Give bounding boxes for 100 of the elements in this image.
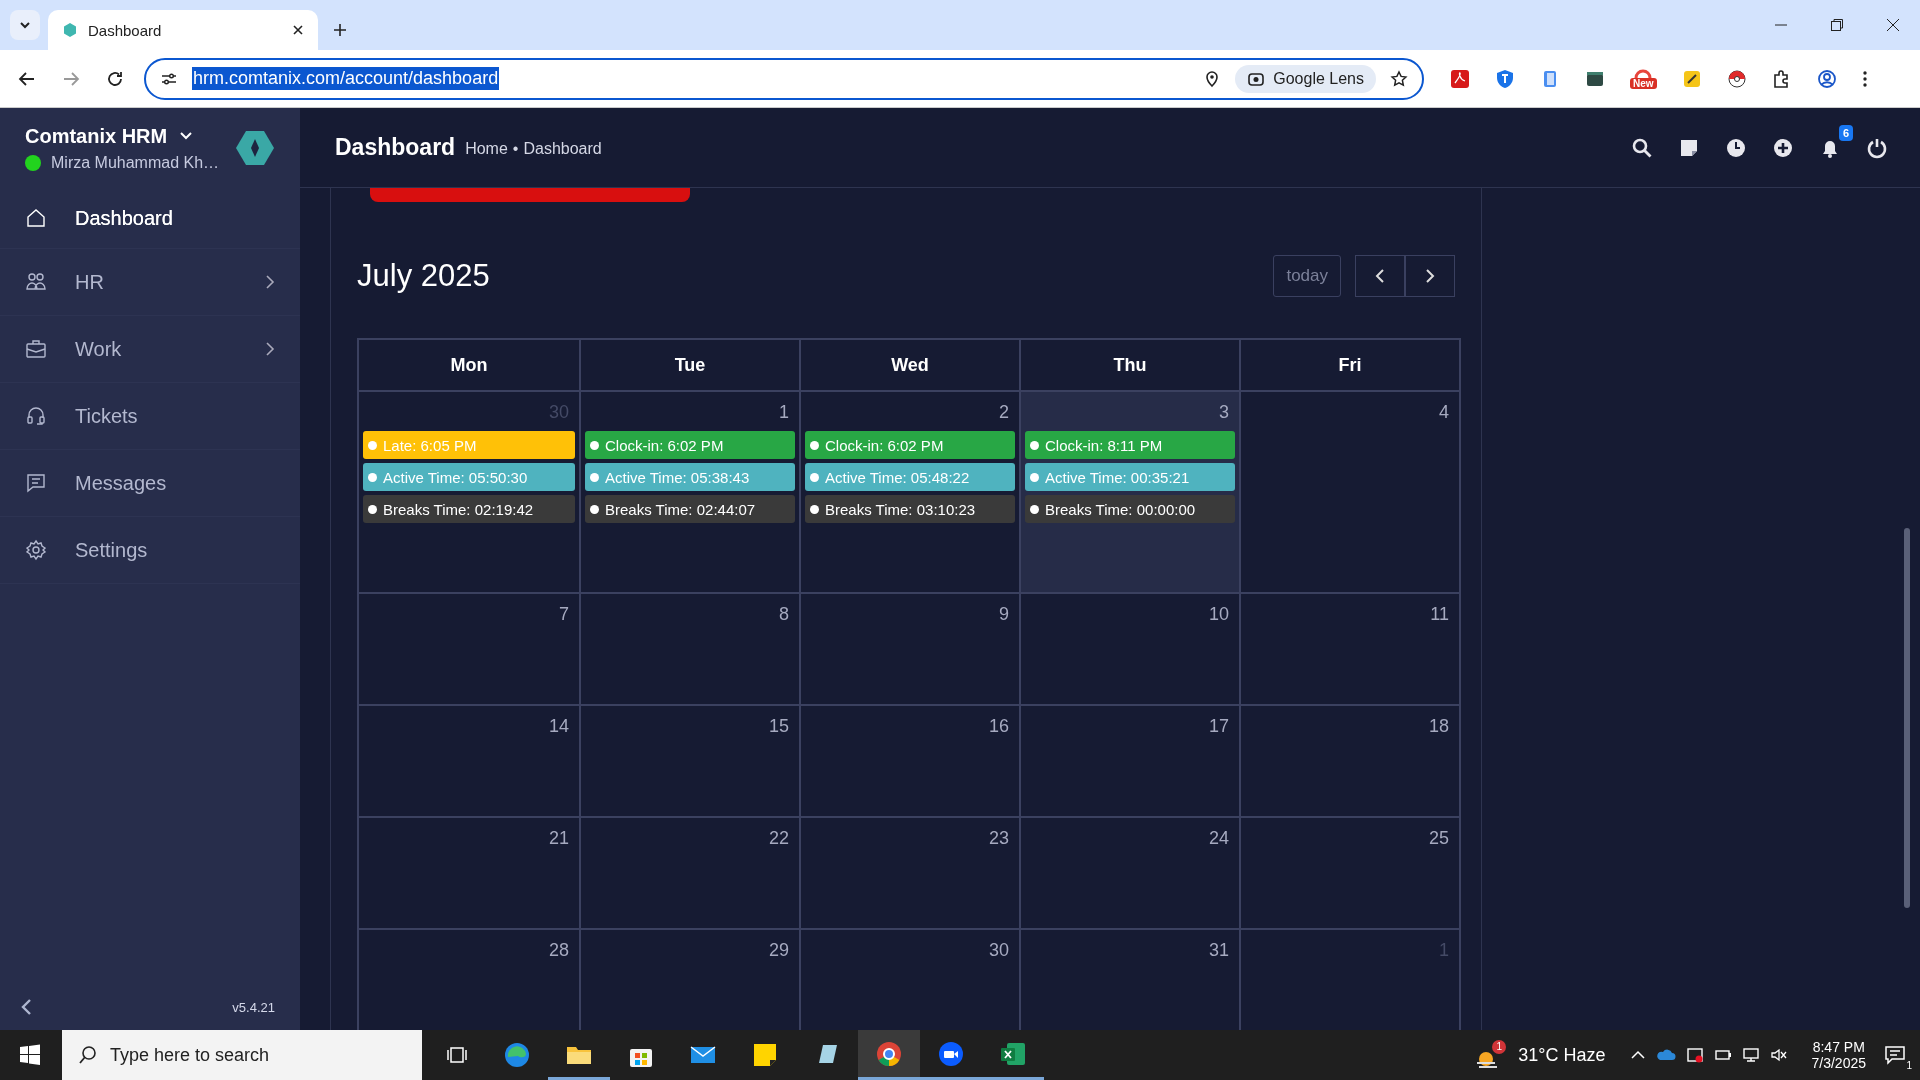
day-cell[interactable]: 28 (359, 930, 579, 1030)
power-icon[interactable] (1866, 136, 1888, 159)
day-cell[interactable]: 14 (359, 706, 579, 816)
chrome-taskbar-icon[interactable] (858, 1030, 920, 1080)
day-number: 10 (1207, 603, 1230, 626)
weekday-header: Fri (1239, 340, 1459, 390)
ball-icon[interactable] (1726, 68, 1747, 89)
security-icon[interactable] (1685, 1046, 1704, 1064)
chevron-down-icon (19, 19, 31, 31)
day-cell[interactable]: 3 Clock-in: 8:11 PM Active Time: 00:35:21 Breaks Time: 00:00:00 (1019, 392, 1239, 592)
day-number: 29 (767, 939, 790, 962)
day-number: 4 (1438, 401, 1450, 424)
calendar-event[interactable]: Breaks Time: 02:44:07 (585, 495, 795, 523)
scrollbar-thumb[interactable] (1904, 528, 1910, 908)
day-number: 3 (1218, 401, 1230, 424)
network-icon[interactable] (1741, 1047, 1760, 1063)
chevron-down-icon (179, 131, 194, 141)
close-icon[interactable] (292, 24, 304, 36)
weather-widget[interactable]: 1 31°C Haze (1474, 1039, 1606, 1071)
collapse-icon[interactable] (20, 998, 32, 1016)
weekday-header: Thu (1019, 340, 1239, 390)
plus-icon[interactable] (332, 22, 348, 38)
day-cell[interactable]: 24 (1019, 818, 1239, 928)
extension-button[interactable]: New (1630, 68, 1657, 89)
day-number: 28 (547, 939, 570, 962)
day-number: 1 (778, 401, 790, 424)
day-number: 16 (987, 715, 1010, 738)
chevron-left-icon (1374, 269, 1386, 283)
day-number: 21 (547, 827, 570, 850)
weather-text: 31°C Haze (1518, 1044, 1606, 1066)
taskbar-search-field[interactable]: Type here to search (62, 1030, 422, 1080)
windows-start-icon[interactable] (19, 1044, 41, 1066)
day-number: 7 (558, 603, 570, 626)
day-cell[interactable]: 11 (1239, 594, 1459, 704)
tag-icon[interactable] (1681, 68, 1702, 89)
day-number: 24 (1207, 827, 1230, 850)
message-icon (1884, 1045, 1906, 1065)
day-number: 9 (998, 603, 1010, 626)
brand-menu[interactable]: Comtanix HRM (25, 124, 225, 148)
address-bar[interactable]: hrm.comtanix.com/account/dashboard Google Lens (144, 57, 1424, 100)
day-number: 25 (1427, 827, 1450, 850)
close-icon[interactable] (1886, 18, 1900, 32)
day-cell[interactable]: 4 (1239, 392, 1459, 592)
day-cell[interactable]: 25 (1239, 818, 1459, 928)
breadcrumb-separator: • (512, 140, 519, 158)
profile-icon[interactable] (1816, 68, 1837, 89)
day-number: 8 (778, 603, 790, 626)
plus-circle-icon[interactable] (1772, 136, 1794, 159)
chat-icon (25, 472, 47, 494)
day-cell[interactable]: 2 Clock-in: 6:02 PM Active Time: 05:48:22 Breaks Time: 03:10:23 (799, 392, 1019, 592)
browser-tab[interactable]: Dashboard (48, 10, 318, 50)
google-lens-button[interactable]: Google Lens (1235, 64, 1376, 93)
reload-icon[interactable] (106, 69, 124, 88)
cloud-icon[interactable] (1655, 1047, 1676, 1063)
day-cell[interactable]: 9 (799, 594, 1019, 704)
day-cell[interactable]: 7 (359, 594, 579, 704)
search-icon (78, 1045, 98, 1065)
tab-list-button[interactable] (10, 10, 40, 40)
breadcrumb-link[interactable]: Home (465, 140, 508, 158)
forward-icon[interactable] (62, 69, 80, 88)
hexagon-icon (62, 22, 78, 38)
day-cell[interactable]: 22 (579, 818, 799, 928)
version-label: v5.4.21 (232, 999, 275, 1015)
star-icon[interactable] (1390, 69, 1408, 88)
calendar-event[interactable]: Breaks Time: 00:00:00 (1025, 495, 1235, 523)
calendar-event[interactable]: Breaks Time: 03:10:23 (805, 495, 1015, 523)
day-number: 14 (547, 715, 570, 738)
clock-icon[interactable] (1725, 136, 1747, 159)
notification-count: 1 (1906, 1060, 1912, 1071)
more-icon[interactable] (1861, 68, 1868, 89)
task-view-icon[interactable] (446, 1044, 468, 1066)
restore-icon[interactable] (1830, 18, 1844, 32)
shield-icon[interactable] (1495, 68, 1515, 89)
day-number: 30 (987, 939, 1010, 962)
day-cell[interactable]: 18 (1239, 706, 1459, 816)
weekday-header: Wed (799, 340, 1019, 390)
pdf-icon[interactable] (1450, 68, 1470, 89)
taskbar-clock[interactable]: 8:47 PM 7/3/2025 (1811, 1039, 1866, 1071)
weekday-header: Mon (449, 353, 489, 377)
calendar-title: July 2025 (357, 258, 490, 294)
muted-speaker-icon[interactable] (1769, 1047, 1788, 1063)
calendar-event[interactable]: Breaks Time: 02:19:42 (363, 495, 575, 523)
search-icon[interactable] (1631, 136, 1653, 159)
day-number: 11 (1429, 603, 1450, 626)
day-cell[interactable]: 23 (799, 818, 1019, 928)
day-cell[interactable]: 16 (799, 706, 1019, 816)
day-number: 22 (767, 827, 790, 850)
day-cell[interactable]: 8 (579, 594, 799, 704)
day-cell[interactable]: 17 (1019, 706, 1239, 816)
day-cell[interactable]: 1 Clock-in: 6:02 PM Active Time: 05:38:43 Breaks Time: 02:44:07 (579, 392, 799, 592)
battery-icon[interactable] (1713, 1047, 1732, 1063)
weekday-header: Tue (579, 340, 799, 390)
home-icon (25, 207, 47, 229)
day-cell[interactable]: 15 (579, 706, 799, 816)
page-title: Dashboard (335, 134, 456, 161)
day-cell[interactable]: 21 (359, 818, 579, 928)
day-cell[interactable]: 10 (1019, 594, 1239, 704)
back-icon[interactable] (18, 69, 36, 88)
day-number: 31 (1207, 939, 1230, 962)
notifications-button[interactable]: 6 (1819, 124, 1853, 159)
